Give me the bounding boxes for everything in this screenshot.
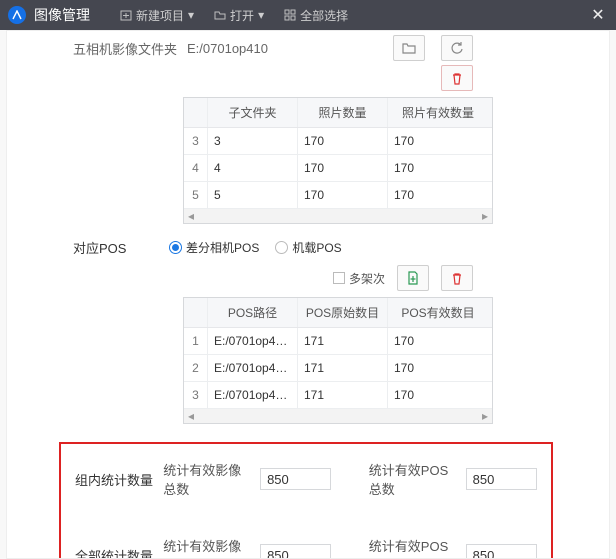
group-stats-row: 组内统计数量 统计有效影像总数 850 统计有效POS总数 850 [75,454,537,504]
folder-open-button[interactable] [393,35,425,61]
all-img-total-value[interactable]: 850 [260,544,331,559]
table-scrollbar[interactable]: ◂ ▸ [184,409,492,423]
subfolder-table: 子文件夹 照片数量 照片有效数量 3 3 170 170 4 4 170 170… [183,97,493,224]
menu-select-all-label: 全部选择 [300,7,348,24]
camera-delete-button[interactable] [441,65,473,91]
radio-off-icon [275,241,288,254]
menu-new-project-label: 新建项目 [136,7,184,24]
radio-on-icon [169,241,182,254]
menu-select-all[interactable]: 全部选择 [284,7,348,24]
multi-sortie-label: 多架次 [349,270,385,287]
scroll-left-icon[interactable]: ◂ [184,409,198,423]
pos-select-row: 对应POS 差分相机POS 机载POS [73,238,593,257]
title-bar: 图像管理 新建项目 ▾ 打开 ▾ 全部选择 ✕ [0,0,616,30]
all-stats-label: 全部统计数量 [75,546,153,559]
table-row[interactable]: 1 E:/0701op41... 171 170 [184,328,492,355]
table-header: 子文件夹 照片数量 照片有效数量 [184,98,492,128]
col-photo-count: 照片数量 [298,98,388,127]
img-total-label: 统计有效影像总数 [163,536,250,559]
pos-table: POS路径 POS原始数目 POS有效数目 1 E:/0701op41... 1… [183,297,493,424]
radio-onboard-pos[interactable]: 机载POS [275,239,341,256]
scroll-right-icon[interactable]: ▸ [478,409,492,423]
stats-highlight-box: 组内统计数量 统计有效影像总数 850 统计有效POS总数 850 全部统计数量… [59,442,553,559]
refresh-button[interactable] [441,35,473,61]
dropdown-icon: ▾ [188,8,194,22]
pos-total-label: 统计有效POS总数 [369,536,456,559]
dropdown-icon: ▾ [258,8,264,22]
menu-bar: 新建项目 ▾ 打开 ▾ 全部选择 [120,7,348,24]
scroll-left-icon[interactable]: ◂ [184,209,198,223]
radio-diff-pos-label: 差分相机POS [186,239,259,256]
table-row[interactable]: 4 4 170 170 [184,155,492,182]
file-add-icon [407,271,419,285]
img-total-label: 统计有效影像总数 [163,460,250,498]
col-photo-valid: 照片有效数量 [388,98,488,127]
col-subfolder: 子文件夹 [208,98,298,127]
camera-folder-label: 五相机影像文件夹 [73,39,177,58]
group-img-total-value[interactable]: 850 [260,468,331,490]
trash-icon [451,272,463,285]
table-row[interactable]: 2 E:/0701op41... 171 170 [184,355,492,382]
table-row[interactable]: 3 E:/0701op41... 171 170 [184,382,492,409]
pos-add-button[interactable] [397,265,429,291]
table-row[interactable]: 5 5 170 170 [184,182,492,209]
col-pos-path: POS路径 [208,298,298,327]
content-panel: 五相机影像文件夹 E:/0701op410 子文件夹 照片数量 照片有效数量 3… [6,30,610,559]
folder-icon [402,42,416,54]
pos-label: 对应POS [73,238,153,257]
pos-toolbar: 多架次 [23,265,473,291]
window-title: 图像管理 [34,5,90,25]
checkbox-icon [333,272,345,284]
radio-diff-pos[interactable]: 差分相机POS [169,239,259,256]
pos-delete-button[interactable] [441,265,473,291]
table-header: POS路径 POS原始数目 POS有效数目 [184,298,492,328]
table-scrollbar[interactable]: ◂ ▸ [184,209,492,223]
all-pos-total-value[interactable]: 850 [466,544,537,559]
close-button[interactable]: ✕ [580,0,616,30]
trash-icon [451,72,463,85]
all-stats-row: 全部统计数量 统计有效影像总数 850 统计有效POS总数 850 [75,530,537,559]
pos-total-label: 统计有效POS总数 [369,460,456,498]
group-stats-label: 组内统计数量 [75,470,153,489]
refresh-icon [450,41,464,55]
col-pos-raw: POS原始数目 [298,298,388,327]
camera-folder-row: 五相机影像文件夹 E:/0701op410 [73,35,593,61]
radio-onboard-pos-label: 机载POS [292,239,341,256]
group-pos-total-value[interactable]: 850 [466,468,537,490]
camera-folder-path: E:/0701op410 [187,41,268,56]
menu-open-label: 打开 [230,7,254,24]
menu-new-project[interactable]: 新建项目 ▾ [120,7,194,24]
scroll-right-icon[interactable]: ▸ [478,209,492,223]
app-icon [8,6,26,24]
table-row[interactable]: 3 3 170 170 [184,128,492,155]
multi-sortie-checkbox[interactable]: 多架次 [333,270,385,287]
col-pos-valid: POS有效数目 [388,298,488,327]
menu-open[interactable]: 打开 ▾ [214,7,264,24]
